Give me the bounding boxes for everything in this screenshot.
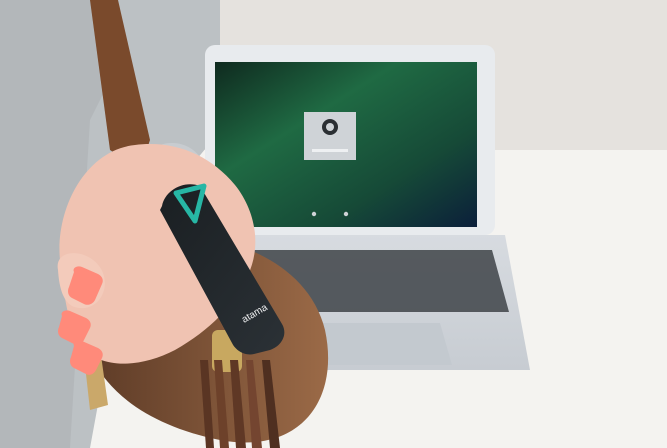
login-avatar-ring bbox=[326, 123, 334, 131]
login-field bbox=[312, 149, 348, 152]
product-photo: atama bbox=[0, 0, 667, 448]
photo-canvas: atama bbox=[0, 0, 667, 448]
screen-button-icon bbox=[311, 211, 317, 217]
screen-button-icon bbox=[343, 211, 349, 217]
